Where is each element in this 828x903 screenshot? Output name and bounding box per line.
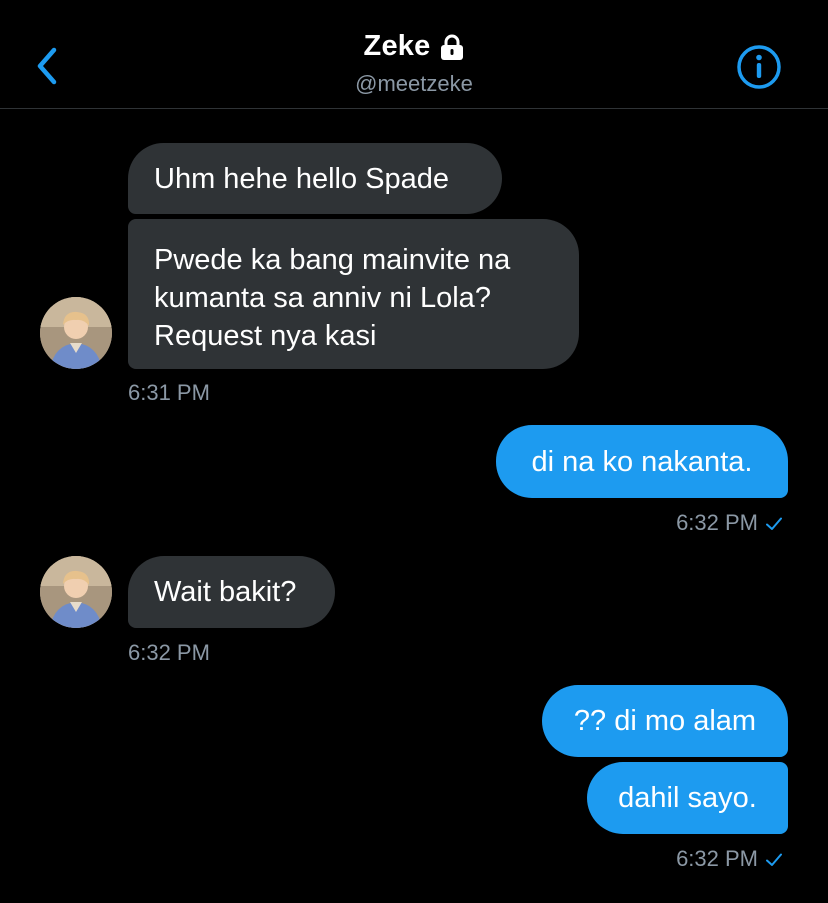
info-button[interactable] <box>736 44 782 90</box>
message-text: ?? di mo alam <box>573 705 757 737</box>
contact-handle: @meetzeke <box>355 71 473 96</box>
conversation-header: Zeke @meetzeke <box>0 0 828 109</box>
message-bubble-outgoing[interactable]: ?? di mo alam <box>542 685 788 757</box>
message-text: dahil sayo. <box>618 782 757 814</box>
message-timestamp: 6:32 PM <box>128 640 210 665</box>
conversation-title-block[interactable]: Zeke @meetzeke <box>0 30 828 97</box>
conversation-title: Zeke <box>364 30 465 63</box>
avatar-photo <box>40 556 112 628</box>
avatar[interactable] <box>40 556 112 628</box>
message-text: di na ko nakanta. <box>531 445 753 478</box>
message-text-line: Request nya kasi <box>154 320 377 352</box>
avatar-photo <box>40 297 112 369</box>
info-icon <box>737 45 781 89</box>
message-timestamp: 6:32 PM <box>676 846 782 872</box>
contact-name: Zeke <box>363 30 431 62</box>
avatar[interactable] <box>40 297 112 369</box>
check-icon <box>766 853 782 867</box>
lock-icon <box>441 34 464 60</box>
message-text: Uhm hehe hello Spade <box>154 162 450 195</box>
message-timestamp: 6:31 PM <box>128 380 210 405</box>
message-bubble-outgoing[interactable]: dahil sayo. <box>587 762 788 834</box>
message-bubble-outgoing[interactable]: di na ko nakanta. <box>496 425 788 498</box>
message-text-line: Pwede ka bang mainvite na <box>154 244 511 276</box>
check-icon <box>766 517 782 531</box>
message-bubble-incoming[interactable]: Wait bakit? <box>128 556 335 628</box>
message-bubble-incoming[interactable]: Pwede ka bang mainvite na kumanta sa ann… <box>128 219 579 369</box>
message-text: Wait bakit? <box>154 576 297 608</box>
timestamp-text: 6:32 PM <box>676 846 758 871</box>
message-bubble-incoming[interactable]: Uhm hehe hello Spade <box>128 143 502 214</box>
message-timestamp: 6:32 PM <box>676 510 782 536</box>
message-text-line: kumanta sa anniv ni Lola? <box>154 282 491 314</box>
timestamp-text: 6:32 PM <box>676 510 758 535</box>
